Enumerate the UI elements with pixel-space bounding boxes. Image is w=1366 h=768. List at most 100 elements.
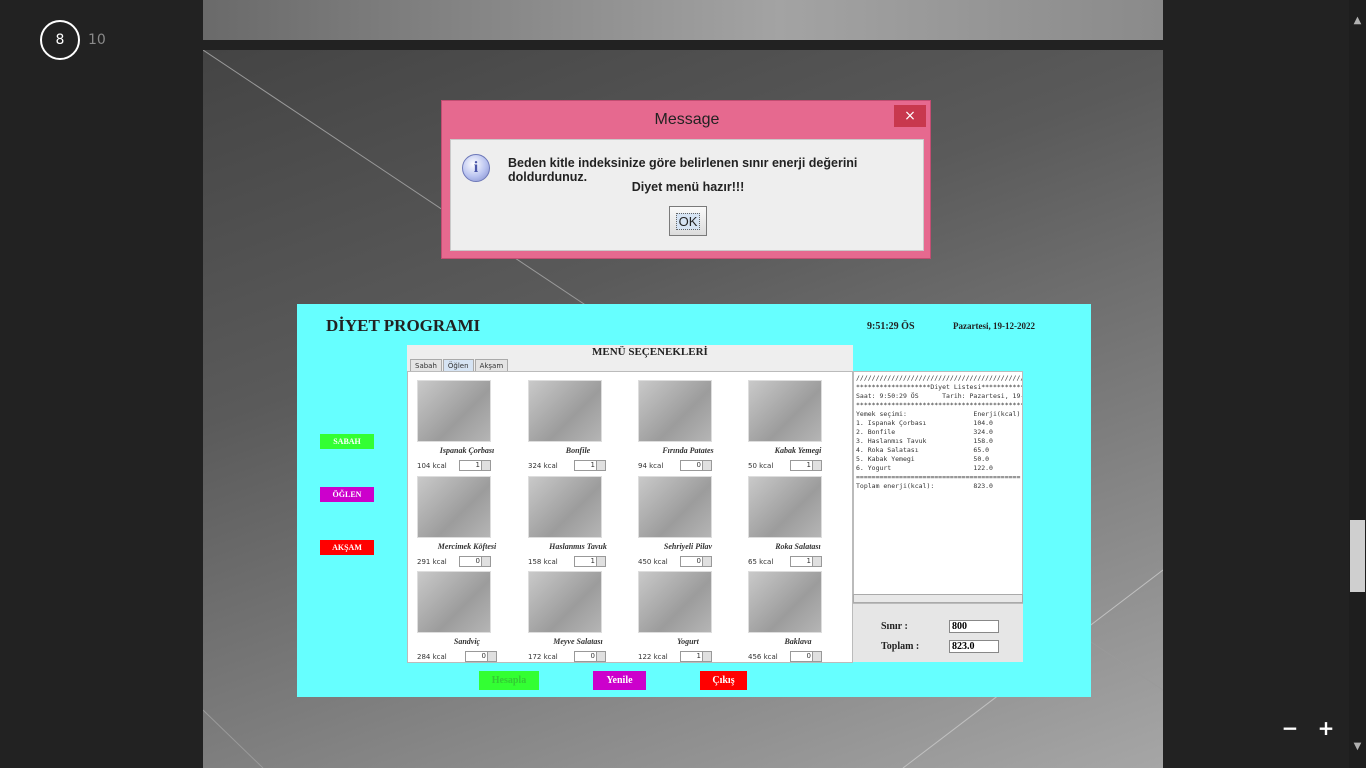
- food-kcal: 158 kcal: [528, 558, 558, 566]
- list-line: 3. Haslanmıs Tavuk 158.0: [856, 437, 993, 445]
- food-item: Haslanmıs Tavuk 158 kcal 1: [528, 476, 638, 572]
- food-name: Bonfile: [565, 446, 591, 455]
- food-name: Roka Salatası: [775, 542, 821, 551]
- previous-slide[interactable]: [203, 0, 1163, 40]
- scroll-up-icon[interactable]: ▲: [1349, 12, 1366, 29]
- presentation-viewer: 8 10 DİYET PROGRAMI 9:51:29 ÖS Pazartesi…: [0, 0, 1366, 768]
- food-item: Meyve Salatası 172 kcal 0: [528, 571, 638, 667]
- food-item: Sandviç 284 kcal 0: [417, 571, 527, 667]
- app-clock: 9:51:29 ÖS: [867, 321, 915, 332]
- menu-heading: MENÜ SEÇENEKLERİ: [592, 346, 708, 358]
- scrollbar-thumb[interactable]: [1350, 520, 1365, 592]
- quantity-spinner[interactable]: 1: [574, 556, 606, 567]
- food-kcal: 65 kcal: [748, 558, 774, 566]
- food-name: Fırında Patates: [662, 446, 714, 455]
- dialog-message-line2: Diyet menü hazır!!!: [631, 180, 745, 194]
- calculate-button[interactable]: Hesapla: [479, 671, 539, 690]
- food-image: [528, 571, 602, 633]
- food-image: [748, 476, 822, 538]
- food-kcal: 284 kcal: [417, 653, 447, 661]
- food-kcal: 324 kcal: [528, 462, 558, 470]
- ok-button[interactable]: OK: [669, 206, 707, 236]
- list-line: Saat: 9:50:29 ÖS Tarih: Pazartesi, 19-12…: [856, 392, 1022, 400]
- food-name: Kabak Yemegi: [774, 446, 822, 455]
- list-horizontal-scrollbar[interactable]: [853, 594, 1023, 603]
- close-icon[interactable]: ×: [894, 105, 926, 127]
- food-image: [748, 380, 822, 442]
- quantity-spinner[interactable]: 0: [790, 651, 822, 662]
- info-icon: i: [462, 154, 490, 182]
- list-line: 2. Bonfile 324.0: [856, 428, 993, 436]
- food-kcal: 104 kcal: [417, 462, 447, 470]
- food-item: Roka Salatası 65 kcal 1: [748, 476, 858, 572]
- quantity-spinner[interactable]: 1: [459, 460, 491, 471]
- list-line: Toplam enerji(kcal): 823.0: [856, 482, 993, 490]
- vertical-scrollbar[interactable]: ▲ ▼: [1349, 0, 1366, 768]
- oglen-button[interactable]: ÖĞLEN: [320, 487, 374, 502]
- food-image: [528, 380, 602, 442]
- list-line: 5. Kabak Yemegi 50.0: [856, 455, 990, 463]
- app-date: Pazartesi, 19-12-2022: [953, 321, 1035, 331]
- food-image: [638, 380, 712, 442]
- food-name: Sehriyeli Pilav: [663, 542, 713, 551]
- food-kcal: 172 kcal: [528, 653, 558, 661]
- food-image: [638, 571, 712, 633]
- scroll-down-icon[interactable]: ▼: [1349, 738, 1366, 755]
- food-image: [528, 476, 602, 538]
- food-name: Haslanmıs Tavuk: [549, 542, 607, 551]
- food-kcal: 50 kcal: [748, 462, 774, 470]
- food-item: Bonfile 324 kcal 1: [528, 380, 638, 476]
- food-kcal: 291 kcal: [417, 558, 447, 566]
- list-line: ========================================…: [856, 473, 1021, 481]
- diet-program-app: DİYET PROGRAMI 9:51:29 ÖS Pazartesi, 19-…: [297, 304, 1091, 697]
- quantity-spinner[interactable]: 0: [465, 651, 497, 662]
- food-name: Ispanak Çorbası: [439, 446, 495, 455]
- food-image: [638, 476, 712, 538]
- app-title: DİYET PROGRAMI: [326, 316, 481, 335]
- zoom-out-icon[interactable]: −: [1278, 716, 1302, 740]
- quantity-spinner[interactable]: 0: [680, 460, 712, 471]
- food-grid: Ispanak Çorbası 104 kcal 1 Bonfile 324 k…: [407, 371, 853, 663]
- food-image: [417, 571, 491, 633]
- list-line: ****************************************…: [856, 401, 1022, 409]
- food-name: Baklava: [784, 637, 812, 646]
- food-item: Fırında Patates 94 kcal 0: [638, 380, 748, 476]
- food-item: Mercimek Köftesi 291 kcal 0: [417, 476, 527, 572]
- exit-button[interactable]: Çıkış: [700, 671, 747, 690]
- total-pages: 10: [88, 32, 106, 48]
- sabah-button[interactable]: SABAH: [320, 434, 374, 449]
- ok-button-label: OK: [675, 212, 701, 230]
- menu-panel: MENÜ SEÇENEKLERİ Sabah Öğlen Akşam Ispan…: [407, 345, 853, 663]
- total-label: Toplam :: [881, 641, 920, 652]
- food-item: Kabak Yemegi 50 kcal 1: [748, 380, 858, 476]
- message-dialog: Message × i Beden kitle indeksinize göre…: [441, 100, 931, 259]
- quantity-spinner[interactable]: 0: [574, 651, 606, 662]
- limit-label: Sınır :: [881, 621, 908, 632]
- diet-list-textarea[interactable]: ////////////////////////////////////////…: [853, 371, 1023, 604]
- quantity-spinner[interactable]: 1: [574, 460, 606, 471]
- total-field[interactable]: 823.0: [949, 640, 999, 653]
- list-line: ////////////////////////////////////////…: [856, 374, 1023, 382]
- quantity-spinner[interactable]: 0: [459, 556, 491, 567]
- limit-field[interactable]: 800: [949, 620, 999, 633]
- dialog-body: i Beden kitle indeksinize göre belirlene…: [450, 139, 924, 251]
- food-name: Yogurt: [677, 637, 699, 646]
- food-item: Yogurt 122 kcal 1: [638, 571, 748, 667]
- list-line: Yemek seçimi: Enerji(kcal): [856, 410, 1021, 418]
- quantity-spinner[interactable]: 1: [680, 651, 712, 662]
- quantity-spinner[interactable]: 1: [790, 460, 822, 471]
- food-kcal: 450 kcal: [638, 558, 668, 566]
- food-name: Meyve Salatası: [553, 637, 603, 646]
- quantity-spinner[interactable]: 0: [680, 556, 712, 567]
- food-item: Sehriyeli Pilav 450 kcal 0: [638, 476, 748, 572]
- list-line: *******************Diyet Listesi********…: [856, 383, 1022, 391]
- quantity-spinner[interactable]: 1: [790, 556, 822, 567]
- food-image: [417, 380, 491, 442]
- aksam-button[interactable]: AKŞAM: [320, 540, 374, 555]
- list-line: 6. Yogurt 122.0: [856, 464, 993, 472]
- limit-panel: Sınır : 800 Toplam : 823.0: [853, 604, 1023, 662]
- refresh-button[interactable]: Yenile: [593, 671, 646, 690]
- current-page-indicator[interactable]: 8: [40, 20, 80, 60]
- list-line: 4. Roka Salatası 65.0: [856, 446, 990, 454]
- zoom-in-icon[interactable]: +: [1314, 716, 1338, 740]
